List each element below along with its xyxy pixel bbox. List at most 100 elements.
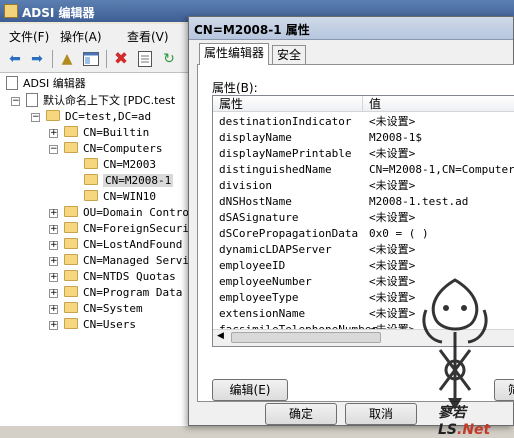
expand-icon[interactable]: + [49,241,58,250]
attribute-value: <未设置> [369,211,416,224]
expand-icon[interactable]: + [49,289,58,298]
tab-security[interactable]: 安全 [272,45,307,64]
tree-root-label: ADSI 编辑器 [23,77,86,90]
tree-item-foreign-security[interactable]: CN=ForeignSecurit [64,221,196,237]
column-header-value[interactable]: 值 [363,96,514,112]
tree-item-managed-service[interactable]: CN=Managed Servic [64,253,196,269]
tree-item-label: CN=Computers [83,142,163,155]
scroll-left-icon[interactable]: ◀ [217,331,224,341]
naming-context-label: 默认命名上下文 [PDC.test [43,94,176,107]
tree-naming-context[interactable]: 默认命名上下文 [PDC.test [26,93,175,109]
folder-icon [64,206,78,217]
attribute-name: employeeType [219,291,299,304]
tree-root[interactable]: ADSI 编辑器 [6,76,86,92]
menu-action[interactable]: 操作(A) [60,28,102,45]
watermark-emblem-icon [422,278,488,410]
tree-item-m2008-1[interactable]: CN=M2008-1 [84,173,174,189]
attribute-row[interactable]: dSCorePropagationData 0x0 = ( ) [213,226,514,242]
tree-item-m2003[interactable]: CN=M2003 [84,157,156,173]
attribute-value: <未设置> [369,179,416,192]
tab-attribute-editor[interactable]: 属性编辑器 [199,43,270,65]
attribute-row[interactable]: distinguishedName CN=M2008-1,CN=Computers… [213,162,514,178]
expand-icon[interactable]: + [49,273,58,282]
column-header-attribute[interactable]: 属性 [213,96,363,112]
attribute-name: displayName [219,131,292,144]
attribute-row[interactable]: destinationIndicator <未设置> [213,114,514,130]
collapse-icon[interactable]: − [11,97,20,106]
tree-item-label: CN=System [83,302,143,315]
tree-item-label: OU=Domain Control [83,206,196,219]
attribute-name: dNSHostName [219,195,292,208]
attribute-name: division [219,179,272,192]
attribute-value: M2008-1.test.ad [369,195,469,208]
attribute-name: employeeNumber [219,275,312,288]
expand-icon[interactable]: + [49,257,58,266]
expand-icon[interactable]: + [49,129,58,138]
attribute-name: dynamicLDAPServer [219,243,332,256]
attribute-name: destinationIndicator [219,115,352,128]
expand-icon[interactable]: + [49,321,58,330]
back-arrow-icon[interactable]: ⬅ [6,50,24,68]
tree-item-label: CN=ForeignSecurit [83,222,196,235]
tree-item-lost-and-found[interactable]: CN=LostAndFound [64,237,182,253]
tree-item-builtin[interactable]: CN=Builtin [64,125,149,141]
adsi-app-icon [4,4,18,18]
filter-button[interactable]: 筛 [494,379,514,401]
properties-icon[interactable] [136,50,154,68]
refresh-icon[interactable]: ↻ [160,50,178,68]
attribute-row[interactable]: dynamicLDAPServer <未设置> [213,242,514,258]
attribute-row[interactable]: displayName M2008-1$ [213,130,514,146]
attribute-value: <未设置> [369,307,416,320]
expand-icon[interactable]: + [49,225,58,234]
expand-icon[interactable]: + [49,305,58,314]
delete-icon[interactable]: ✖ [112,49,130,69]
folder-icon [64,302,78,313]
attribute-value: <未设置> [369,147,416,160]
tree-item-system[interactable]: CN=System [64,301,143,317]
dialog-title: CN=M2008-1 属性 [194,23,310,37]
folder-icon [64,270,78,281]
tree-item-users[interactable]: CN=Users [64,317,136,333]
scrollbar-thumb[interactable] [231,332,381,343]
tree-item-label: CN=M2003 [103,158,156,171]
attribute-name: distinguishedName [219,163,332,176]
toolbar-separator [106,50,107,68]
attribute-row[interactable]: displayNamePrintable <未设置> [213,146,514,162]
toolbar-separator [52,50,53,68]
edit-button[interactable]: 编辑(E) [212,379,288,401]
attribute-row[interactable]: dNSHostName M2008-1.test.ad [213,194,514,210]
ok-button[interactable]: 确定 [265,403,337,425]
collapse-icon[interactable]: − [31,113,40,122]
tree-item-computers[interactable]: CN=Computers [64,141,162,157]
tree-item-win10[interactable]: CN=WIN10 [84,189,156,205]
folder-icon [64,126,78,137]
folder-icon [46,110,60,121]
tree-item-label: CN=NTDS Quotas [83,270,176,283]
attribute-name: employeeID [219,259,286,272]
attributes-label: 属性(B): [212,81,258,95]
tree-item-label: CN=Users [83,318,136,331]
attribute-row[interactable]: dSASignature <未设置> [213,210,514,226]
tree-item-domain-controllers[interactable]: OU=Domain Control [64,205,196,221]
expand-icon[interactable]: + [49,209,58,218]
forward-arrow-icon[interactable]: ➡ [28,50,46,68]
attribute-name: extensionName [219,307,306,320]
attribute-value: M2008-1$ [369,131,422,144]
domain-label: DC=test,DC=ad [65,110,152,123]
show-hide-tree-icon[interactable] [82,50,100,68]
attribute-row[interactable]: division <未设置> [213,178,514,194]
up-folder-icon[interactable]: ▲ [58,50,76,68]
menu-view[interactable]: 查看(V) [127,28,169,45]
tree-item-ntds-quotas[interactable]: CN=NTDS Quotas [64,269,176,285]
attribute-value: <未设置> [369,243,416,256]
attribute-name: dSCorePropagationData [219,227,359,240]
collapse-icon[interactable]: − [49,145,58,154]
tree-item-label: CN=Managed Servic [83,254,196,267]
tree-item-program-data[interactable]: CN=Program Data [64,285,182,301]
folder-icon [64,222,78,233]
dialog-title-bar[interactable]: CN=M2008-1 属性 [189,17,513,40]
folder-icon [64,238,78,249]
menu-file[interactable]: 文件(F) [9,28,49,45]
cancel-button[interactable]: 取消 [345,403,417,425]
tree-domain[interactable]: DC=test,DC=ad [46,109,151,125]
